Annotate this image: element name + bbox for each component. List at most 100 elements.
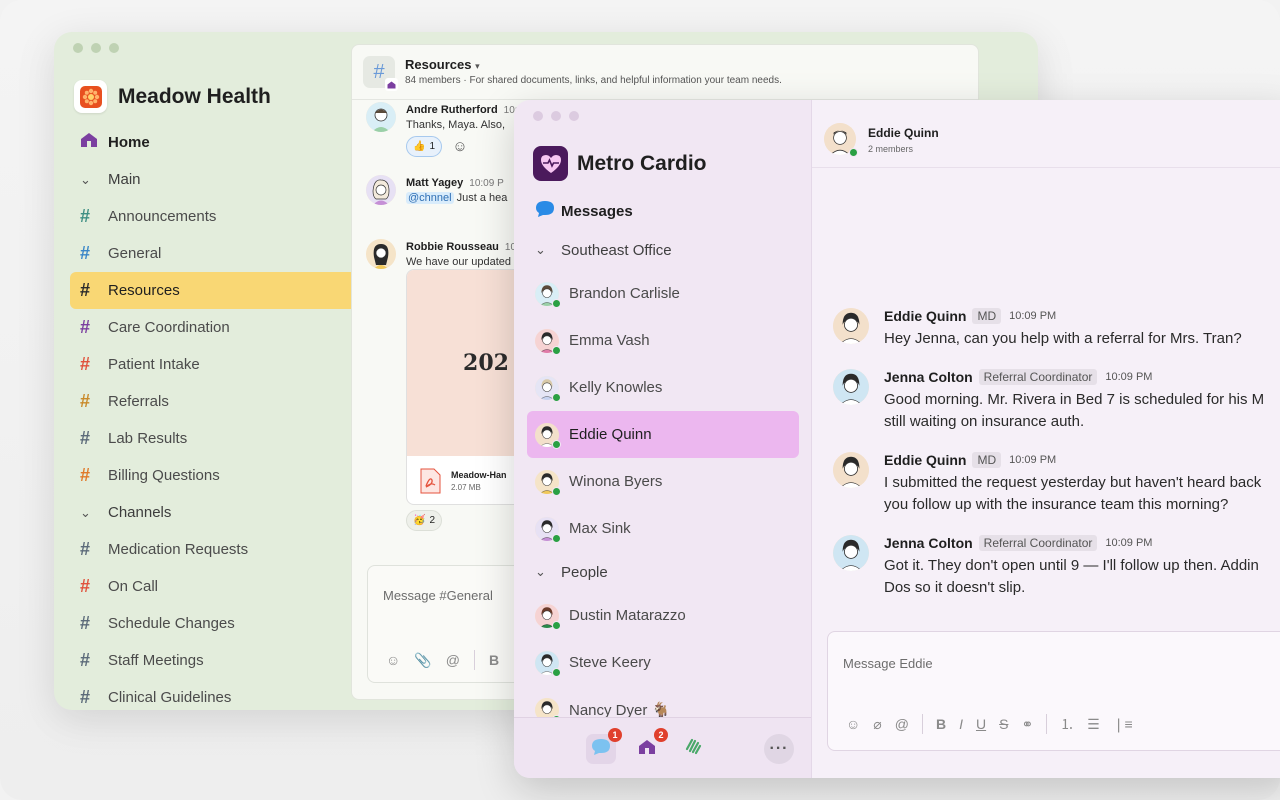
more-dots-icon: ··· (769, 740, 789, 757)
message-text: I submitted the request yesterday but ha… (884, 472, 1280, 516)
dm-item-steve-keery[interactable]: Steve Keery (527, 639, 799, 686)
hash-icon: # (80, 465, 91, 485)
chevron-down-icon: ⌄ (80, 171, 91, 187)
numbered-list-icon[interactable]: ⒈ (1060, 714, 1074, 734)
close-window-button[interactable] (533, 111, 543, 121)
home-icon (385, 78, 398, 91)
sidebar-item-label: Clinical Guidelines (108, 689, 232, 706)
sidebar-item-label: Referrals (108, 393, 169, 410)
dm-item-kelly-knowles[interactable]: Kelly Knowles (527, 364, 799, 411)
more-options-button[interactable]: ··· (764, 734, 794, 764)
link-icon[interactable]: ⚭ (1021, 716, 1033, 733)
sidebar-item-referrals[interactable]: # Referrals (70, 383, 351, 420)
zoom-window-button[interactable] (109, 43, 119, 53)
sidebar-item-schedule-changes[interactable]: # Schedule Changes (70, 605, 351, 642)
avatar (833, 369, 869, 405)
workspace-brand[interactable]: Meadow Health (74, 80, 271, 113)
sidebar-item-home[interactable]: Home (70, 124, 351, 161)
dm-member-count: 2 members (868, 144, 914, 154)
channel-name[interactable]: Resources ▾ (405, 57, 480, 72)
waving-hand-icon (683, 737, 703, 762)
mention-tag[interactable]: @chnnel (406, 192, 454, 204)
reaction-thumbs-up[interactable]: 👍 1 (406, 136, 443, 157)
at-sign-icon[interactable]: @ (895, 716, 909, 732)
dm-item-max-sink[interactable]: Max Sink (527, 505, 799, 552)
dm-item-winona-byers[interactable]: Winona Byers (527, 458, 799, 505)
dm-header[interactable]: Eddie Quinn 2 members (812, 100, 1280, 168)
chevron-down-icon: ⌄ (535, 242, 546, 257)
avatar (833, 308, 869, 344)
minimize-window-button[interactable] (91, 43, 101, 53)
desktop-background: Meadow Health Home ⌄ Main # Announcements… (0, 0, 1280, 800)
sidebar-item-announcements[interactable]: # Announcements (70, 198, 351, 235)
section-southeast-office[interactable]: ⌄ Southeast Office (527, 230, 799, 270)
avatar (824, 123, 858, 157)
section-channels[interactable]: ⌄ Channels (70, 494, 351, 531)
smiley-icon: ☺ (452, 138, 468, 155)
italic-icon[interactable]: I (959, 716, 963, 732)
minimize-window-button[interactable] (551, 111, 561, 121)
sidebar-item-resources[interactable]: # Resources (70, 272, 351, 309)
sidebar-item-label: Care Coordination (108, 319, 230, 336)
block-quote-icon[interactable]: ❘≡ (1113, 716, 1133, 733)
sidebar-item-on-call[interactable]: # On Call (70, 568, 351, 605)
sidebar-item-care-coordination[interactable]: # Care Coordination (70, 309, 351, 346)
sidebar-item-label: Patient Intake (108, 356, 200, 373)
sidebar-item-general[interactable]: # General (70, 235, 351, 272)
sidebar-item-billing-questions[interactable]: # Billing Questions (70, 457, 351, 494)
sidebar-item-label: General (108, 245, 162, 262)
avatar (833, 535, 869, 571)
pdf-icon (419, 468, 441, 499)
home-tab-button[interactable]: 2 (632, 728, 668, 764)
underline-icon[interactable]: U (976, 716, 986, 732)
sidebar-item-medication-requests[interactable]: # Medication Requests (70, 531, 351, 568)
chat-bubble-icon (591, 738, 611, 761)
dm-item-emma-vash[interactable]: Emma Vash (527, 317, 799, 364)
online-status-dot (552, 486, 561, 496)
bold-icon[interactable]: B (489, 652, 499, 668)
sidebar-item-messages[interactable]: Messages (527, 192, 799, 230)
at-sign-icon[interactable]: @ (446, 652, 460, 668)
sidebar-item-patient-intake[interactable]: # Patient Intake (70, 346, 351, 383)
dm-item-dustin-matarazzo[interactable]: Dustin Matarazzo (527, 592, 799, 639)
dm-item-brandon-carlisle[interactable]: Brandon Carlisle (527, 270, 799, 317)
emoji-icon[interactable]: ☺ (386, 652, 400, 668)
strikethrough-icon[interactable]: S (999, 716, 1008, 732)
activity-tab-button[interactable] (678, 734, 708, 764)
message-author: Jenna Colton Referral Coordinator 10:09 PM (884, 369, 1153, 385)
role-badge: Referral Coordinator (978, 535, 1098, 551)
messages-tab-button[interactable]: 1 (586, 728, 622, 764)
workspace-title: Meadow Health (118, 84, 271, 108)
metro-cardio-window: Metro Cardio Messages ⌄ Southeast Office… (514, 100, 1280, 778)
window-controls (73, 43, 119, 53)
dm-item-eddie-quinn[interactable]: Eddie Quinn (527, 411, 799, 458)
sidebar-item-label: Billing Questions (108, 467, 220, 484)
emoji-icon[interactable]: ☺ (846, 716, 860, 732)
dm-item-label: Nancy Dyer 🐐 (569, 701, 671, 719)
close-window-button[interactable] (73, 43, 83, 53)
section-people[interactable]: ⌄ People (527, 552, 799, 592)
bulleted-list-icon[interactable]: ☰ (1087, 716, 1100, 733)
hash-icon: # (80, 613, 91, 633)
sidebar-item-staff-meetings[interactable]: # Staff Meetings (70, 642, 351, 679)
add-reaction-button[interactable]: ☺ (448, 136, 472, 157)
message-author: Eddie Quinn MD 10:09 PM (884, 452, 1057, 468)
avatar (535, 281, 561, 308)
hash-icon: # (80, 354, 91, 374)
paperclip-icon[interactable]: 📎 (414, 652, 431, 669)
reaction-party[interactable]: 🥳 2 (406, 510, 443, 531)
zoom-window-button[interactable] (569, 111, 579, 121)
sidebar-item-clinical-guidelines[interactable]: # Clinical Guidelines (70, 679, 351, 710)
message-author: Robbie Rousseau10:0 (406, 241, 524, 253)
chevron-down-icon: ⌄ (80, 504, 91, 520)
workspace-brand[interactable]: Metro Cardio (533, 146, 707, 181)
sidebar-item-label: Messages (561, 202, 633, 220)
dm-item-label: Eddie Quinn (569, 426, 652, 443)
sidebar-nav: Messages ⌄ Southeast Office Brandon Carl… (527, 192, 799, 733)
section-main[interactable]: ⌄ Main (70, 161, 351, 198)
sidebar-item-lab-results[interactable]: # Lab Results (70, 420, 351, 457)
sidebar-item-label: Lab Results (108, 430, 188, 447)
bold-icon[interactable]: B (936, 716, 946, 732)
paperclip-icon[interactable]: ⌀ (873, 716, 881, 733)
message-composer[interactable]: Message Eddie ☺ ⌀ @ B I U S ⚭ ⒈ ☰ ❘≡ (827, 631, 1280, 751)
